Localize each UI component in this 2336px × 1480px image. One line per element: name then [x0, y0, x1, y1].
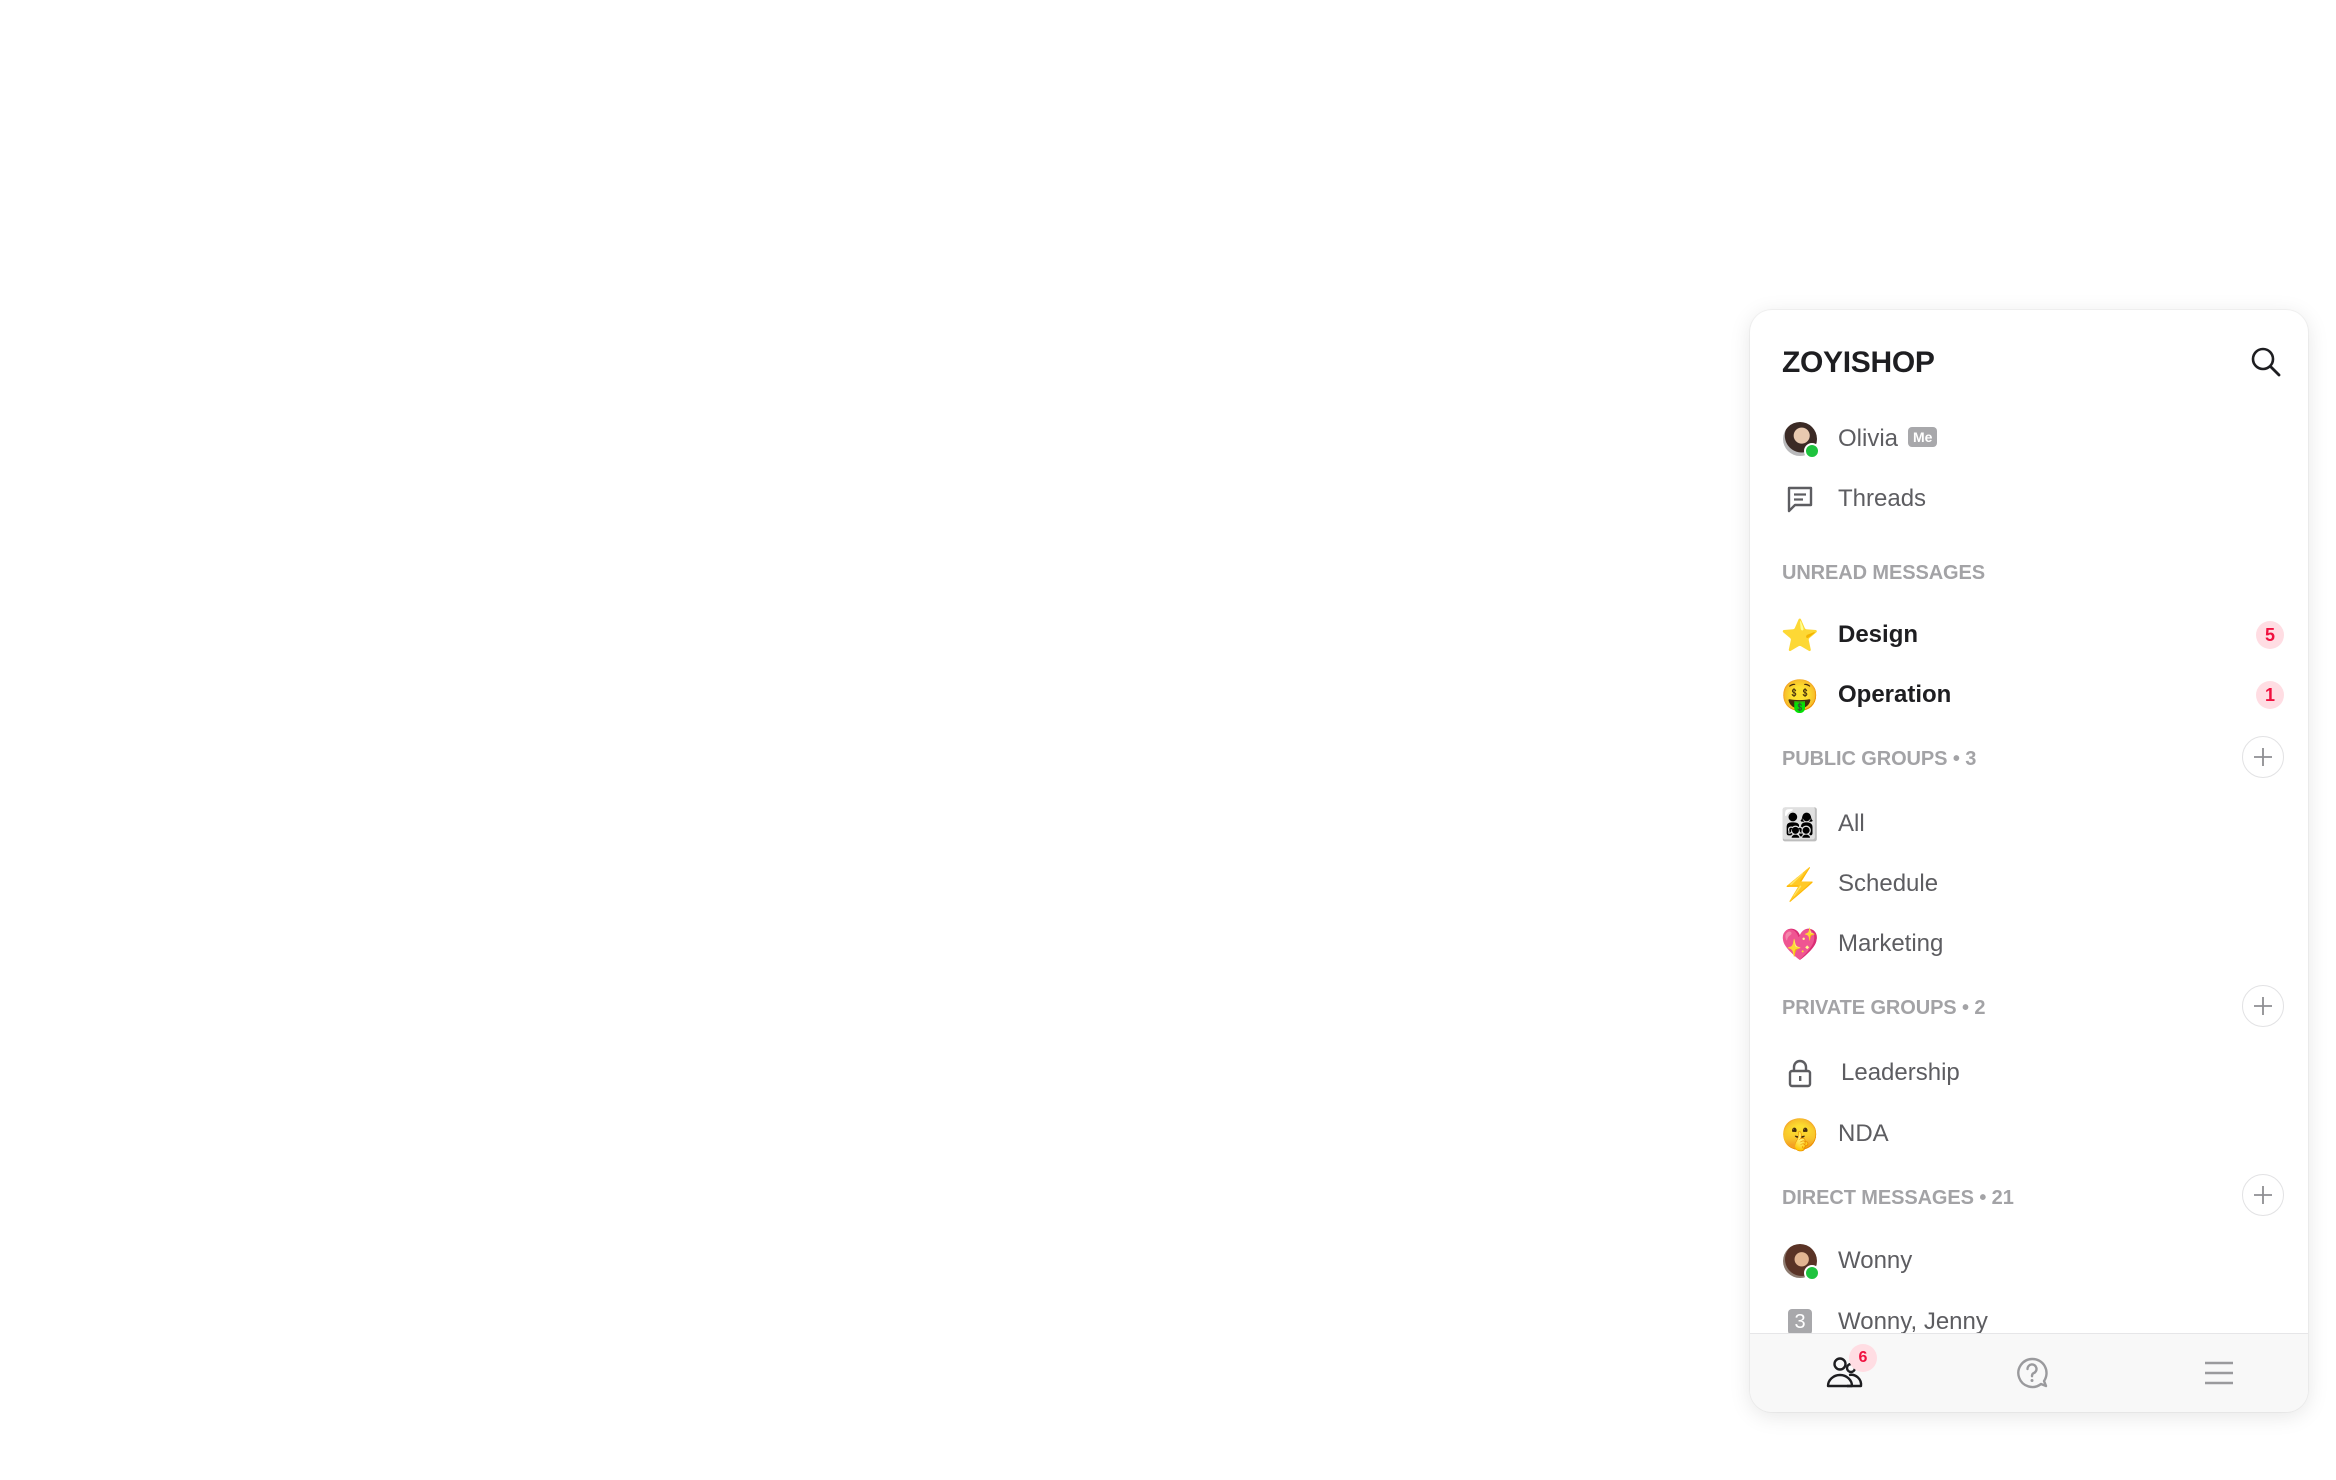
group-label: NDA	[1838, 1120, 1889, 1147]
threads-item[interactable]: Threads	[1750, 473, 2308, 525]
tab-help[interactable]	[1972, 1334, 2092, 1412]
add-public-group-button[interactable]	[2242, 736, 2284, 778]
unread-section-title: UNREAD MESSAGES	[1782, 562, 1985, 584]
threads-icon	[1787, 486, 1813, 513]
search-icon	[2251, 347, 2281, 377]
group-item-nda[interactable]: 🤫 NDA	[1750, 1108, 2308, 1160]
me-tag: Me	[1908, 427, 1938, 447]
search-button[interactable]	[2248, 344, 2284, 380]
lock-icon	[1788, 1059, 1812, 1088]
group-item-all[interactable]: 👨‍👩‍👧‍👦 All	[1750, 798, 2308, 850]
help-chat-icon	[2017, 1357, 2048, 1389]
public-groups-section-title: PUBLIC GROUPS • 3	[1782, 748, 1977, 770]
group-label: All	[1838, 810, 1865, 837]
add-private-group-button[interactable]	[2242, 985, 2284, 1027]
dm-label: Wonny	[1838, 1247, 1913, 1274]
money-mouth-face-icon: 🤑	[1780, 677, 1820, 713]
star-icon: ⭐	[1780, 617, 1820, 653]
shushing-face-icon: 🤫	[1780, 1116, 1820, 1152]
channel-label: Design	[1838, 621, 1919, 648]
channel-item-operation[interactable]: 🤑 Operation 1	[1750, 669, 2308, 721]
channel-item-design[interactable]: ⭐ Design 5	[1750, 609, 2308, 661]
profile-name: Olivia	[1838, 425, 1899, 452]
avatar	[1783, 1244, 1820, 1281]
group-item-schedule[interactable]: ⚡ Schedule	[1750, 858, 2308, 910]
add-direct-message-button[interactable]	[2242, 1174, 2284, 1216]
sparkling-heart-icon: 💖	[1780, 926, 1820, 962]
tab-menu[interactable]	[2159, 1334, 2279, 1412]
tab-people[interactable]: 6	[1785, 1334, 1905, 1412]
avatar	[1783, 422, 1820, 459]
panel-header: ZOYISHOP	[1750, 310, 2308, 402]
online-status-dot	[1804, 443, 1820, 459]
group-label: Leadership	[1841, 1059, 1960, 1086]
private-groups-section-title: PRIVATE GROUPS • 2	[1782, 997, 1986, 1019]
dm-label: Wonny, Jenny	[1838, 1308, 1988, 1335]
unread-count-badge: 5	[2256, 621, 2284, 649]
group-item-leadership[interactable]: Leadership	[1750, 1047, 2308, 1099]
notification-badge: 6	[1849, 1344, 1877, 1372]
member-count-icon: 3	[1788, 1309, 1812, 1335]
bottom-tab-bar: 6	[1750, 1333, 2308, 1412]
group-label: Schedule	[1838, 870, 1939, 897]
workspace-title: ZOYISHOP	[1782, 346, 1935, 379]
plus-icon	[2254, 748, 2272, 766]
channel-label: Operation	[1838, 681, 1952, 708]
lightning-icon: ⚡	[1780, 866, 1820, 902]
dm-item-wonny[interactable]: Wonny	[1750, 1235, 2308, 1287]
threads-label: Threads	[1838, 485, 1927, 512]
group-label: Marketing	[1838, 930, 1944, 957]
family-icon: 👨‍👩‍👧‍👦	[1780, 806, 1820, 842]
messenger-sidebar-panel: ZOYISHOP Olivia Me Threads UNREAD MESSAG…	[1750, 310, 2308, 1412]
group-item-marketing[interactable]: 💖 Marketing	[1750, 918, 2308, 970]
profile-item-olivia[interactable]: Olivia Me	[1750, 413, 2308, 465]
plus-icon	[2254, 1186, 2272, 1204]
online-status-dot	[1804, 1265, 1820, 1281]
unread-count-badge: 1	[2256, 681, 2284, 709]
direct-messages-section-title: DIRECT MESSAGES • 21	[1782, 1187, 2014, 1209]
hamburger-menu-icon	[2205, 1361, 2233, 1385]
plus-icon	[2254, 997, 2272, 1015]
